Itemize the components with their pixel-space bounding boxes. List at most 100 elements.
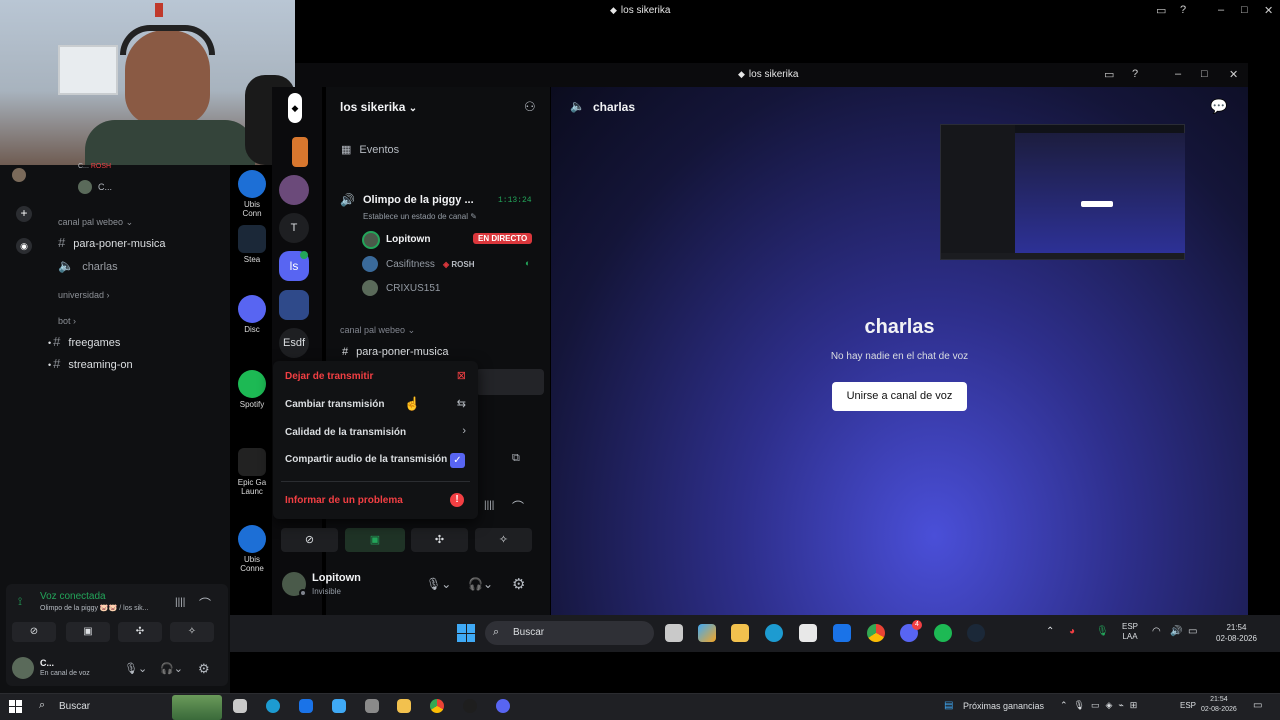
store-icon[interactable] <box>799 624 817 642</box>
discord-taskbar-icon[interactable] <box>496 699 510 713</box>
desktop-app-steam[interactable]: Stea <box>234 225 270 264</box>
join-voice-button[interactable]: Unirse a canal de voz <box>832 382 967 411</box>
minimize-icon[interactable]: – <box>1175 68 1181 80</box>
noise-suppression-icon[interactable]: |||| <box>484 500 494 511</box>
menu-change-stream[interactable]: Cambiar transmisión <box>285 399 384 410</box>
tray-app-icon[interactable]: ◕ <box>1069 626 1075 637</box>
category-header[interactable]: canal pal webeo ⌄ <box>58 217 133 228</box>
category-header[interactable]: canal pal webeo ⌄ <box>340 325 415 336</box>
member-crixus[interactable]: CRIXUS151 <box>386 283 440 294</box>
server-t[interactable]: T <box>279 213 309 243</box>
channel-para-poner-musica[interactable]: # para-poner-musica <box>342 346 448 358</box>
menu-stream-quality[interactable]: Calidad de la transmisión <box>285 427 406 438</box>
close-icon[interactable]: ✕ <box>1264 4 1273 17</box>
edge-icon[interactable] <box>765 624 783 642</box>
stop-stream-button[interactable]: ▣ <box>345 528 405 552</box>
clock[interactable]: 21:54 02-08-2026 <box>1216 622 1257 644</box>
activities-button[interactable]: ✣ <box>118 622 162 642</box>
start-button-icon[interactable] <box>457 624 475 642</box>
microphone-tray-icon[interactable]: 🎙 <box>1096 626 1109 637</box>
disconnect-icon[interactable]: ⌒ <box>512 498 524 515</box>
screen-share-button[interactable]: ▣ <box>66 622 110 642</box>
settings-gear-icon[interactable]: ⚙ <box>512 575 525 593</box>
popout-icon[interactable]: ⧉ <box>512 452 520 465</box>
add-server-icon[interactable]: + <box>16 206 32 222</box>
inbox-icon[interactable]: ▭ <box>1156 4 1166 17</box>
events-item[interactable]: ▦ Eventos <box>341 143 399 156</box>
desktop-app-discord[interactable]: Disc <box>234 295 270 334</box>
help-icon[interactable]: ? <box>1180 4 1186 16</box>
headphones-icon[interactable]: 🎧⌄ <box>468 577 493 591</box>
battery-icon[interactable]: ▭ <box>1188 626 1197 637</box>
server-icon[interactable] <box>279 290 309 320</box>
chevron-up-icon[interactable]: ⌃ <box>1046 626 1054 637</box>
outlook-icon[interactable] <box>833 624 851 642</box>
stream-preview-thumbnail[interactable] <box>940 124 1185 260</box>
soundboard-button[interactable]: ✧ <box>475 528 532 552</box>
help-icon[interactable]: ? <box>1132 68 1138 80</box>
channel-status-prompt[interactable]: Establece un estado de canal ✎ <box>363 212 477 221</box>
chat-bubble-icon[interactable]: 💬 <box>1210 98 1227 115</box>
steam-icon[interactable] <box>967 624 985 642</box>
disconnect-icon[interactable]: ⌒ <box>199 595 211 612</box>
direct-messages-icon[interactable]: ◆ <box>288 93 302 123</box>
user-name[interactable]: Lopitown <box>312 572 361 584</box>
desktop-app-spotify[interactable]: Spotify <box>234 370 270 409</box>
menu-stop-streaming[interactable]: Dejar de transmitir <box>285 371 373 382</box>
channel-freegames[interactable]: • # freegames <box>48 334 120 349</box>
desktop-app-ubisoft-connect[interactable]: Ubis Conne <box>234 525 270 573</box>
language-indicator[interactable]: ESP LAA <box>1122 622 1138 642</box>
spotify-icon[interactable] <box>934 624 952 642</box>
camera-off-button[interactable]: ⊘ <box>281 528 338 552</box>
microphone-icon[interactable]: 🎙⌄ <box>124 662 147 675</box>
member-casifitness[interactable]: Casifitness <box>386 259 435 270</box>
start-button-icon[interactable] <box>9 700 22 713</box>
calculator-icon[interactable] <box>365 699 379 713</box>
settings-gear-icon[interactable]: ⚙ <box>198 661 210 677</box>
add-member-icon[interactable]: ⚇ <box>524 99 536 115</box>
taskview-icon[interactable] <box>233 699 247 713</box>
activities-button[interactable]: ✣ <box>411 528 468 552</box>
file-explorer-icon[interactable] <box>731 624 749 642</box>
taskbar-search-box[interactable] <box>485 621 654 645</box>
channel-streaming-on[interactable]: • # streaming-on <box>48 356 133 371</box>
taskbar-search-label[interactable]: Buscar <box>59 701 90 712</box>
close-icon[interactable]: ✕ <box>1229 68 1238 81</box>
inbox-icon[interactable]: ▭ <box>1104 68 1114 81</box>
app-icon[interactable] <box>332 699 346 713</box>
category-header[interactable]: universidad › <box>58 290 110 300</box>
notifications-icon[interactable]: ▭ <box>1253 700 1262 711</box>
headphones-icon[interactable]: 🎧⌄ <box>160 662 183 675</box>
widget-label[interactable]: Próximas ganancias <box>963 701 1044 711</box>
clock[interactable]: 21:54 02-08-2026 <box>1201 695 1237 715</box>
noise-suppression-icon[interactable]: |||| <box>175 597 185 608</box>
copilot-icon[interactable] <box>698 624 716 642</box>
menu-report-problem[interactable]: Informar de un problema <box>285 495 403 506</box>
desktop-app-ubisoft[interactable]: Ubis Conn <box>234 170 270 218</box>
file-explorer-icon[interactable] <box>397 699 411 713</box>
system-tray-icons[interactable]: ⌃🎙▭◈⌁⊞ <box>1060 700 1143 711</box>
menu-share-audio[interactable]: Compartir audio de la transmisión <box>285 454 447 465</box>
share-audio-checkbox[interactable]: ✓ <box>450 453 465 468</box>
chrome-icon[interactable] <box>867 624 885 642</box>
maximize-icon[interactable]: □ <box>1201 68 1208 80</box>
obs-icon[interactable] <box>463 699 477 713</box>
edge-icon[interactable] <box>266 699 280 713</box>
server-esdf[interactable]: Esdf <box>279 328 309 358</box>
taskview-icon[interactable] <box>665 624 683 642</box>
soundboard-button[interactable]: ✧ <box>170 622 214 642</box>
minimize-icon[interactable]: – <box>1218 4 1224 16</box>
selected-channel-highlight[interactable] <box>476 369 544 395</box>
category-header[interactable]: bot › <box>58 316 76 326</box>
voice-location[interactable]: Olimpo de la piggy 🐷🐷 / los sik... <box>40 604 148 612</box>
wifi-icon[interactable]: ◠ <box>1152 626 1161 637</box>
member-lopitown[interactable]: Lopitown <box>386 234 430 245</box>
maximize-icon[interactable]: □ <box>1241 4 1248 16</box>
language-indicator[interactable]: ESP <box>1180 701 1196 710</box>
server-name-dropdown[interactable]: los sikerika ⌄ <box>340 100 417 114</box>
camera-off-button[interactable]: ⊘ <box>12 622 56 642</box>
discover-icon[interactable]: ◉ <box>16 238 32 254</box>
server-icon[interactable] <box>292 137 308 167</box>
chrome-icon[interactable] <box>430 699 444 713</box>
desktop-app-epic[interactable]: Epic Ga Launc <box>234 448 270 496</box>
